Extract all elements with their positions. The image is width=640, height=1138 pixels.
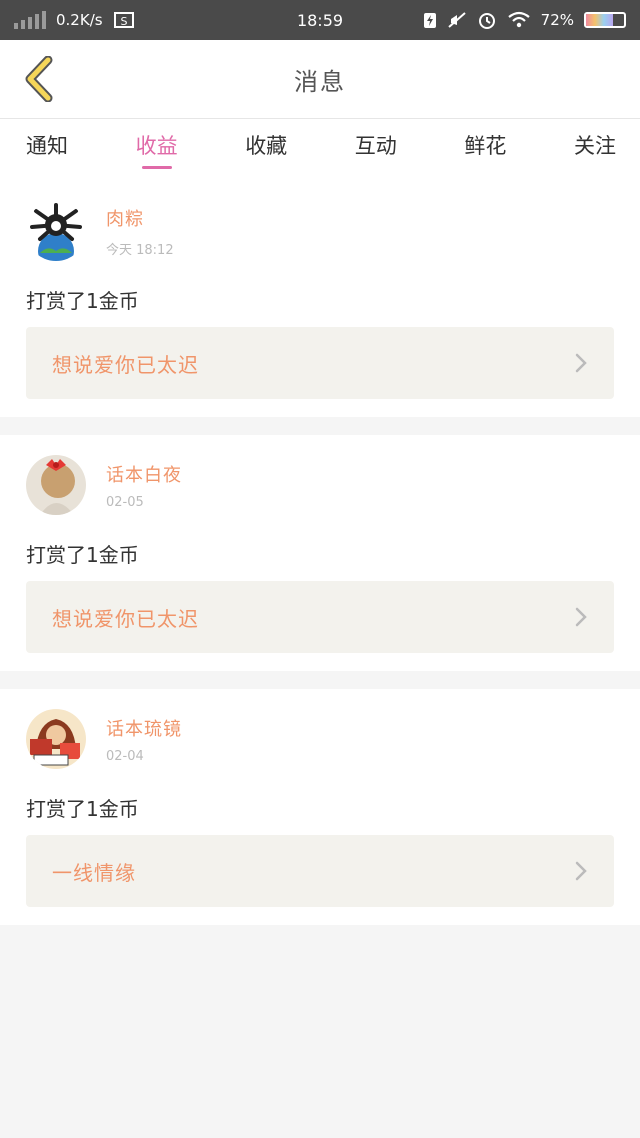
back-button[interactable]	[14, 54, 64, 104]
chevron-left-icon	[25, 56, 53, 102]
battery-percent: 72%	[540, 11, 574, 29]
svg-text:S: S	[120, 15, 127, 28]
tab-following[interactable]: 关注	[574, 119, 616, 171]
message-time: 02-05	[106, 494, 144, 510]
message-card: 肉粽 今天 18:12 打赏了1金币 想说爱你已太迟	[0, 181, 640, 417]
book-link[interactable]: 想说爱你已太迟	[26, 327, 614, 399]
chevron-right-icon	[575, 607, 587, 627]
mute-icon	[447, 12, 466, 28]
network-speed: 0.2K/s	[56, 11, 103, 29]
signal-icon	[14, 11, 46, 29]
user-name[interactable]: 话本琉镜	[106, 715, 182, 741]
chevron-right-icon	[575, 353, 587, 373]
title-bar: 消息	[0, 40, 640, 119]
battery-icon	[584, 12, 626, 28]
tab-interactions[interactable]: 互动	[355, 119, 397, 171]
reward-text: 打赏了1金币	[26, 289, 139, 313]
tab-notifications[interactable]: 通知	[26, 119, 68, 171]
book-title: 想说爱你已太迟	[52, 606, 199, 631]
status-bar: 0.2K/s S 18:59 72%	[0, 0, 640, 40]
message-card: 话本白夜 02-05 打赏了1金币 想说爱你已太迟	[0, 435, 640, 671]
wifi-icon	[507, 11, 530, 28]
alarm-icon	[478, 13, 495, 29]
avatar[interactable]	[26, 201, 86, 261]
reward-text: 打赏了1金币	[26, 797, 139, 821]
screenshot-icon: S	[113, 12, 134, 28]
message-time: 02-04	[106, 748, 144, 764]
book-title: 一线情缘	[52, 860, 136, 885]
tab-flowers[interactable]: 鲜花	[464, 119, 506, 171]
book-link[interactable]: 一线情缘	[26, 835, 614, 907]
page-title: 消息	[294, 67, 346, 96]
user-name[interactable]: 话本白夜	[106, 461, 182, 487]
book-link[interactable]: 想说爱你已太迟	[26, 581, 614, 653]
user-name[interactable]: 肉粽	[106, 205, 174, 231]
tab-favorites[interactable]: 收藏	[245, 119, 287, 171]
book-title: 想说爱你已太迟	[52, 352, 199, 377]
tab-earnings[interactable]: 收益	[136, 119, 178, 171]
avatar[interactable]	[26, 455, 86, 515]
tab-bar: 通知 收益 收藏 互动 鲜花 关注	[0, 119, 640, 171]
avatar[interactable]	[26, 709, 86, 769]
message-time: 今天 18:12	[106, 242, 174, 258]
chevron-right-icon	[575, 861, 587, 881]
reward-text: 打赏了1金币	[26, 543, 139, 567]
battery-saver-icon	[423, 13, 436, 28]
message-card: 话本琉镜 02-04 打赏了1金币 一线情缘	[0, 689, 640, 925]
